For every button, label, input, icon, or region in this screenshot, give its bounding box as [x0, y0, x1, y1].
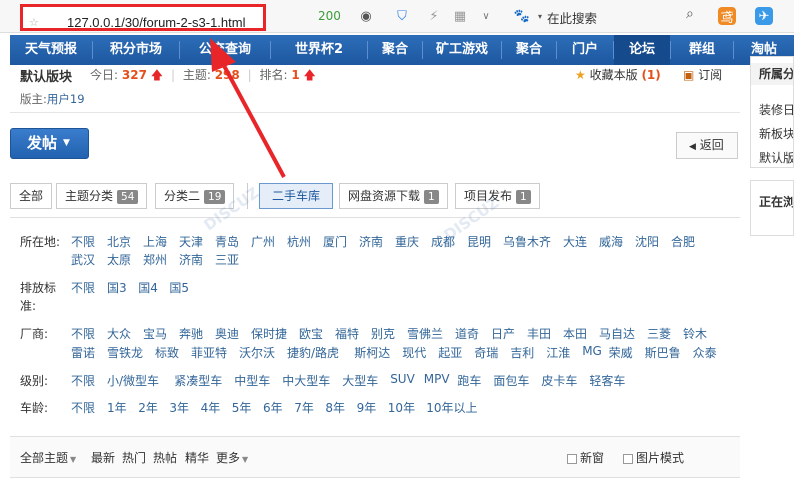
arrow-head	[210, 38, 236, 72]
annotation-arrow	[210, 38, 286, 178]
arrow-shaft	[220, 61, 286, 178]
